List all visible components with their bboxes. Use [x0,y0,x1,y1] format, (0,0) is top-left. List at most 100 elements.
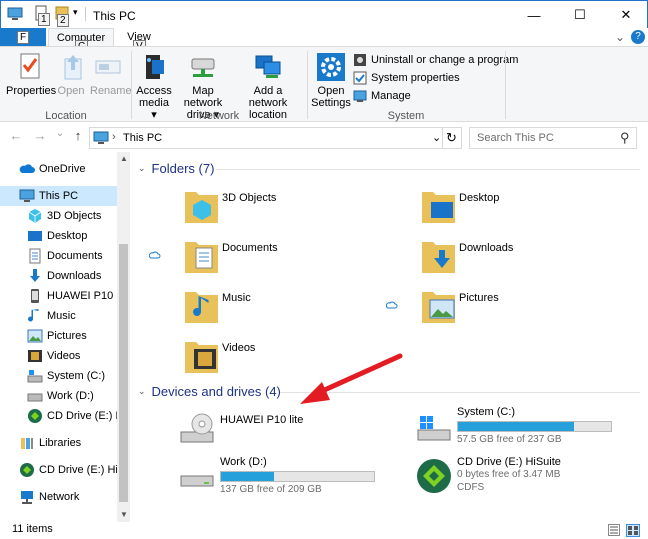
tiles-view-icon[interactable] [626,524,640,539]
breadcrumb-separator[interactable]: › [112,131,116,143]
nav-label: Downloads [47,270,102,282]
nav-label: Desktop [47,230,88,242]
qat-customize-icon[interactable]: ▾ [73,7,78,18]
nav-huawei-p10-lite[interactable]: HUAWEI P10 lite [0,286,117,306]
add-location-label-1: Add a network [248,85,288,109]
nav-this-pc[interactable]: This PC [0,186,117,206]
system-properties-button[interactable]: System properties [353,71,460,85]
refresh-icon[interactable]: ↻ [446,130,457,146]
nav-label: Videos [47,350,81,362]
nav-3d-objects[interactable]: 3D Objects [0,206,117,226]
nav-work-d[interactable]: Work (D:) [0,386,117,406]
rename-button[interactable]: Rename [90,51,132,97]
scrollbar-thumb[interactable] [119,244,128,502]
map-drive-label-1: Map network [183,85,223,109]
drive-system-c[interactable]: System (C:) 57.5 GB free of 237 GB [415,406,635,454]
file-tab[interactable]: F [0,28,46,46]
documents-icon [27,248,43,264]
breadcrumb-this-pc[interactable]: This PC [123,132,162,144]
nav-label: Work (D:) [47,390,94,402]
drive-work-d[interactable]: Work (D:) 137 GB free of 209 GB [178,456,398,504]
nav-documents[interactable]: Documents [0,246,117,266]
music-folder-icon [184,286,220,326]
properties-button[interactable]: Properties [6,51,56,97]
nav-scrollbar[interactable]: ▲ ▼ [117,152,130,522]
scroll-up-icon[interactable]: ▲ [120,154,128,163]
recent-locations-button[interactable]: ⌄ [52,128,68,146]
group-separator [131,51,132,119]
drive-usage-fill [458,422,574,431]
devices-section-header[interactable]: ⌄ Devices and drives (4) [138,384,281,399]
uninstall-icon [353,53,367,67]
uninstall-program-button[interactable]: Uninstall or change a program [353,53,518,67]
drive-free-space: 57.5 GB free of 237 GB [457,434,562,445]
file-keytip: F [16,30,30,44]
maximize-icon: ☐ [574,7,586,22]
videos-folder-icon [184,336,220,376]
nav-label: Pictures [47,330,87,342]
group-separator [307,51,308,119]
nav-pictures[interactable]: Pictures [0,326,117,346]
this-pc-icon [93,131,109,148]
drive-cd-e-hisuite[interactable]: CD Drive (E:) HiSuite 0 bytes free of 3.… [415,456,635,504]
nav-label: Network [39,491,80,503]
folder-music[interactable]: Music [184,286,384,332]
nav-videos[interactable]: Videos [0,346,117,366]
folder-pictures[interactable]: Pictures [421,286,621,332]
gear-icon [315,51,347,83]
nav-system-c[interactable]: System (C:) [0,366,117,386]
network-location-icon [252,51,284,83]
folders-header-label: Folders (7) [151,161,215,176]
back-button[interactable]: ← [8,128,24,146]
manage-button[interactable]: Manage [353,89,411,103]
group-separator [505,51,506,119]
system-properties-icon [353,71,367,85]
system-properties-label: System properties [371,72,460,84]
3d-objects-icon [27,208,43,224]
scroll-down-icon[interactable]: ▼ [120,510,128,519]
details-view-icon[interactable] [608,524,620,539]
nav-cd-drive-e[interactable]: CD Drive (E:) HiSuite [0,406,117,426]
access-media-label-1: Access [136,85,172,97]
rename-icon [92,51,124,83]
content-pane: ⌄ Folders (7) 3D Objects Desktop Documen… [130,152,648,522]
devices-header-label: Devices and drives (4) [151,384,281,399]
drive-free-space: 0 bytes free of 3.47 MB [457,469,561,480]
nav-onedrive[interactable]: OneDrive [0,159,117,179]
forward-button[interactable]: → [32,128,48,146]
minimize-icon: — [527,7,541,23]
folders-section-header[interactable]: ⌄ Folders (7) [138,161,214,176]
open-settings-button[interactable]: Open Settings [311,51,351,109]
drive-free-space: 137 GB free of 209 GB [220,484,322,495]
uninstall-label: Uninstall or change a program [371,54,519,66]
folder-3d-objects[interactable]: 3D Objects [184,186,384,232]
open-button[interactable]: Open [56,51,86,97]
search-icon[interactable]: ⚲ [620,130,630,146]
drive-usage-bar [457,421,612,432]
folder-documents[interactable]: Documents [184,236,384,282]
network-drive-icon [187,51,219,83]
address-dropdown-icon[interactable]: ⌄ [432,131,441,144]
nav-downloads[interactable]: Downloads [0,266,117,286]
up-button[interactable]: ↑ [70,128,86,146]
nav-network[interactable]: Network [0,487,117,507]
pictures-icon [27,328,43,344]
address-bar[interactable]: › This PC ⌄ ↻ [89,127,462,149]
collapse-ribbon-icon[interactable]: ⌄ [615,30,625,44]
keytip-2: 2 [57,14,69,27]
folder-name: 3D Objects [222,192,277,204]
nav-cd-drive-e-root[interactable]: CD Drive (E:) HiSuite [0,460,117,480]
folder-downloads[interactable]: Downloads [421,236,621,282]
nav-music[interactable]: Music [0,306,117,326]
nav-desktop[interactable]: Desktop [0,226,117,246]
drive-name: Work (D:) [220,456,267,468]
folder-desktop[interactable]: Desktop [421,186,621,232]
minimize-button[interactable]: — [511,1,557,29]
red-arrow-annotation [300,353,403,404]
nav-libraries[interactable]: Libraries [0,433,117,453]
help-icon[interactable]: ? [631,30,645,44]
open-settings-label-2: Settings [311,97,351,109]
close-button[interactable]: ✕ [603,1,648,29]
maximize-button[interactable]: ☐ [557,1,603,29]
search-input[interactable]: Search This PC ⚲ [469,127,637,149]
